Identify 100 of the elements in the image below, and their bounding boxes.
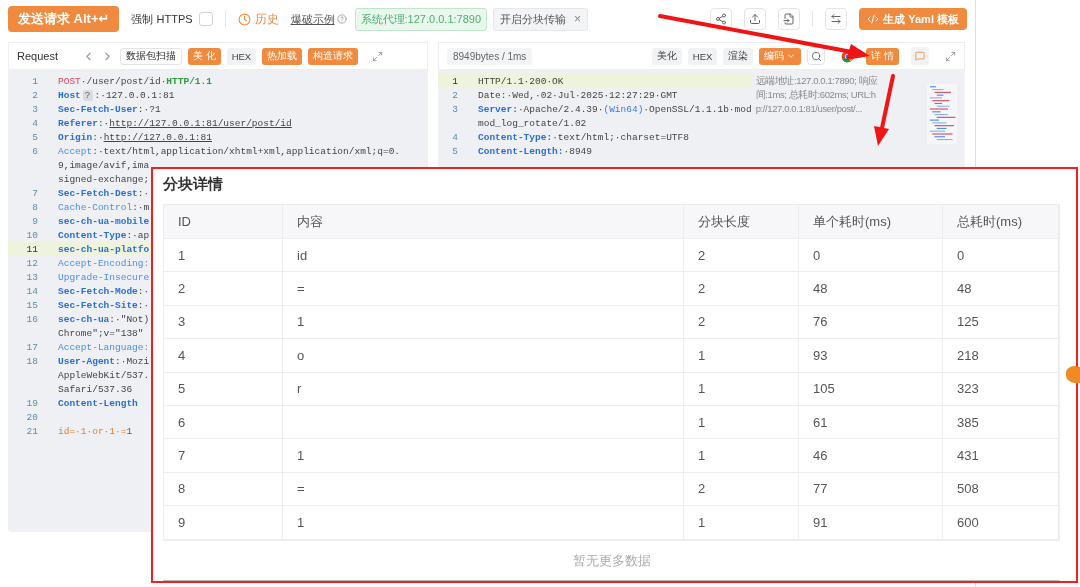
table-cell: = [283, 472, 684, 506]
table-cell: r [283, 372, 684, 405]
table-cell: id [283, 239, 684, 272]
line-number: 1 [31, 75, 39, 87]
table-cell: 1 [164, 239, 283, 272]
url-link[interactable]: http://127.0.0.1:81 [103, 131, 212, 143]
table-cell: 5 [164, 372, 283, 405]
code-line: Sec-Fetch-Mode:· [58, 285, 150, 297]
line-number: 4 [451, 131, 459, 143]
url-link[interactable]: http://127.0.0.1:81/user/post/id [109, 117, 292, 129]
code-line: Host ? :·127.0.0.1:81 [58, 89, 175, 101]
line-number: 7 [31, 187, 39, 199]
line-number: 2 [451, 89, 459, 101]
toolbar-button[interactable]: 美化 [651, 47, 682, 65]
table-cell: 93 [799, 339, 943, 372]
line-number: 18 [25, 355, 39, 367]
response-info-text: p://127.0.0.1:81/user/post/... [755, 102, 863, 116]
table-cell: 0 [943, 239, 1059, 272]
code-line: signed-exchange; [58, 173, 150, 185]
search-icon[interactable] [807, 47, 826, 65]
table-cell: 1 [283, 439, 684, 472]
column-header: 内容 [283, 205, 684, 238]
line-number: 17 [25, 341, 39, 353]
code-line: mod_log_rotate/1.02 [478, 117, 587, 129]
toolbar-button[interactable]: 数据包扫描 [120, 47, 182, 65]
table-cell: 1 [684, 405, 799, 439]
code-line: Upgrade-Insecure [58, 271, 150, 283]
table-cell: = [283, 272, 684, 305]
import-icon[interactable] [778, 8, 801, 30]
line-number: 1 [451, 75, 459, 87]
table-cell: 2 [164, 272, 283, 305]
dialog-title: 分块详情 [163, 175, 224, 194]
toolbar-button[interactable]: 渲染 [723, 47, 754, 65]
code-icon [867, 13, 880, 25]
expand-icon[interactable] [945, 50, 956, 62]
table-cell: 2 [684, 239, 799, 272]
line-number: 14 [25, 285, 39, 297]
code-line: HTTP/1.1·200·OK [478, 75, 564, 87]
code-line: Referer:·http://127.0.0.1:81/user/post/id [58, 117, 292, 129]
column-header: 单个耗时(ms) [799, 205, 943, 238]
line-number: 2 [31, 89, 39, 101]
table-cell: 7 [164, 439, 283, 472]
table-cell: 1 [684, 439, 799, 472]
code-line: Accept:·text/html,application/xhtml+xml,application/xml;q=0. [58, 145, 401, 157]
toolbar-button[interactable]: HEX [687, 47, 718, 65]
line-number: 3 [451, 103, 459, 115]
line-number: 20 [25, 411, 39, 423]
code-line: Content-Type:·ap [58, 229, 150, 241]
code-line: Sec-Fetch-Dest:· [58, 187, 150, 199]
clock-icon[interactable] [237, 12, 251, 26]
code-line: 9,image/avif,ima [58, 159, 150, 171]
table-cell: 218 [943, 339, 1059, 372]
force-https-label: 强制 HTTPS [131, 11, 193, 27]
line-number: 6 [31, 145, 39, 157]
swap-icon[interactable] [825, 8, 848, 30]
line-number: 3 [31, 103, 39, 115]
code-line: Sec-Fetch-User:·?1 [58, 103, 161, 115]
code-line: Accept-Encoding: [58, 257, 150, 269]
table-cell: 6 [164, 405, 283, 439]
table-cell: 1 [684, 372, 799, 405]
line-number: 19 [25, 397, 39, 409]
code-line: Sec-Fetch-Site:· [58, 299, 150, 311]
chunk-transfer-tag[interactable]: 开启分块传输 × [493, 7, 589, 31]
table-cell: 2 [684, 272, 799, 305]
comment-icon[interactable] [911, 47, 929, 65]
code-line: Server:·Apache/2.4.39·(Win64)·OpenSSL/1.1.1b·mod [478, 103, 752, 115]
line-number: 11 [25, 243, 39, 255]
table-cell: 48 [799, 272, 943, 305]
table-cell: 2 [684, 305, 799, 339]
code-line: POST·/user/post/id·HTTP/1.1 [58, 75, 212, 87]
table-cell: 8 [164, 472, 283, 506]
table-cell: 0 [799, 239, 943, 272]
table-cell: 1 [684, 339, 799, 372]
table-cell: 4 [164, 339, 283, 372]
table-cell: 385 [943, 405, 1059, 439]
code-line: AppleWebKit/537. [58, 369, 150, 381]
code-line: sec-ch-ua-platfo [58, 243, 150, 255]
line-number: 16 [25, 313, 39, 325]
table-cell: 46 [799, 439, 943, 472]
table-cell: 77 [799, 472, 943, 506]
line-number: 13 [25, 271, 39, 283]
code-line: Origin:·http://127.0.0.1:81 [58, 131, 212, 143]
line-number: 15 [25, 299, 39, 311]
brute-example-link[interactable]: 爆破示例 [290, 11, 335, 27]
code-line: Accept-Language: [58, 341, 150, 353]
code-line: sec-ch-ua-mobile [58, 215, 150, 227]
upload-icon[interactable] [744, 8, 767, 30]
table-cell: 105 [799, 372, 943, 405]
table-cell: 61 [799, 405, 943, 439]
force-https-checkbox[interactable] [198, 12, 213, 26]
toolbar-button[interactable]: HEX [226, 47, 257, 65]
code-line: Date:·Wed,·02·Jul·2025·12:27:29·GMT [478, 89, 678, 101]
table-cell: 431 [943, 439, 1059, 472]
scrollbar[interactable] [163, 579, 1060, 581]
code-line: Safari/537.36 [58, 383, 133, 395]
table-cell: 1 [283, 305, 684, 339]
help-icon[interactable] [336, 14, 347, 24]
code-line: sec-ch-ua:·"Not) [58, 313, 150, 325]
expand-icon[interactable] [372, 50, 384, 62]
table-cell: 1 [283, 506, 684, 539]
